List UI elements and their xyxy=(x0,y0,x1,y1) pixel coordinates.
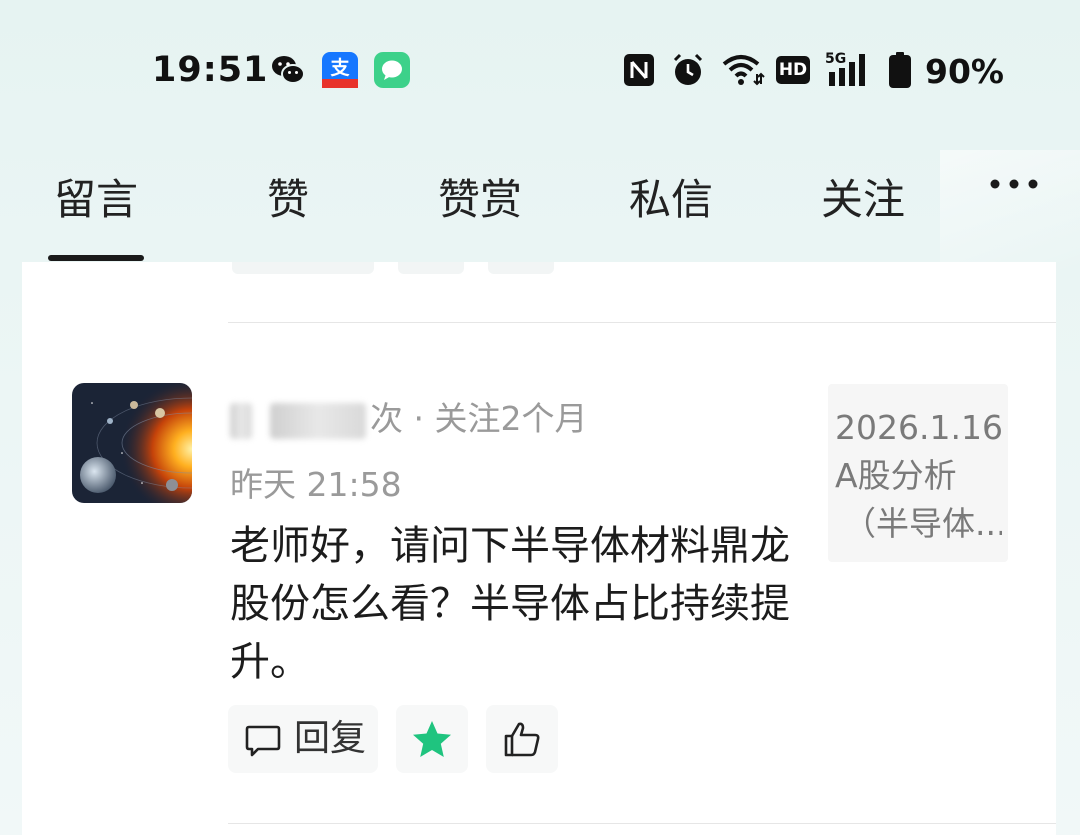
previous-reply-button[interactable] xyxy=(232,262,374,274)
article-title: A股分析 xyxy=(835,456,957,495)
thumbs-up-icon xyxy=(504,722,540,757)
article-date: 2026.1.16 xyxy=(835,408,1002,447)
battery-percentage: 90% xyxy=(925,52,1004,91)
tab-follows[interactable]: 关注 xyxy=(788,170,938,230)
article-subtitle: （半导体... xyxy=(843,504,1002,543)
tab-comments[interactable]: 留言 xyxy=(21,170,171,230)
tab-bar: 留言 赞 赞赏 私信 关注 xyxy=(0,150,1080,265)
article-reference[interactable]: 2026.1.16 A股分析 （半导体... xyxy=(828,384,1008,562)
comment-list: 次 · 关注2个月 昨天 21:58 老师好，请问下半导体材料鼎龙股份怎么看？半… xyxy=(22,262,1056,835)
commenter-meta: 次 · 关注2个月 xyxy=(230,392,587,440)
redacted-username xyxy=(270,402,366,439)
divider xyxy=(228,823,1056,824)
redacted-username xyxy=(230,402,252,439)
like-button[interactable] xyxy=(486,705,558,773)
avatar[interactable] xyxy=(72,383,192,503)
reply-button[interactable]: 回复 xyxy=(228,705,378,773)
more-icon[interactable] xyxy=(985,174,1045,194)
status-time: 19:51 xyxy=(152,50,269,90)
active-tab-indicator xyxy=(48,255,144,261)
status-bar: 19:51 支 HD 5G 90% xyxy=(0,0,1080,140)
hd-icon: HD xyxy=(776,56,810,84)
messages-icon xyxy=(374,52,410,88)
battery-icon xyxy=(889,52,911,88)
nfc-icon xyxy=(624,54,654,86)
tab-messages[interactable]: 私信 xyxy=(596,170,746,230)
follow-duration: 次 · 关注2个月 xyxy=(370,399,588,438)
wechat-icon xyxy=(272,56,305,84)
previous-star-button[interactable] xyxy=(398,262,464,274)
comment-timestamp: 昨天 21:58 xyxy=(230,465,402,504)
svg-text:支: 支 xyxy=(329,57,350,79)
star-icon xyxy=(413,721,451,757)
alarm-icon xyxy=(673,53,703,85)
star-button[interactable] xyxy=(396,705,468,773)
previous-like-button[interactable] xyxy=(488,262,554,274)
5g-signal-icon: 5G xyxy=(825,52,873,88)
comment-text: 老师好，请问下半导体材料鼎龙股份怎么看？半导体占比持续提升。 xyxy=(230,523,790,685)
alipay-icon: 支 xyxy=(322,52,358,88)
tab-rewards[interactable]: 赞赏 xyxy=(405,170,555,230)
wifi-icon xyxy=(722,55,765,86)
reply-label: 回复 xyxy=(294,718,367,759)
tab-likes[interactable]: 赞 xyxy=(213,170,363,230)
divider xyxy=(228,322,1056,323)
reply-icon xyxy=(245,725,281,757)
